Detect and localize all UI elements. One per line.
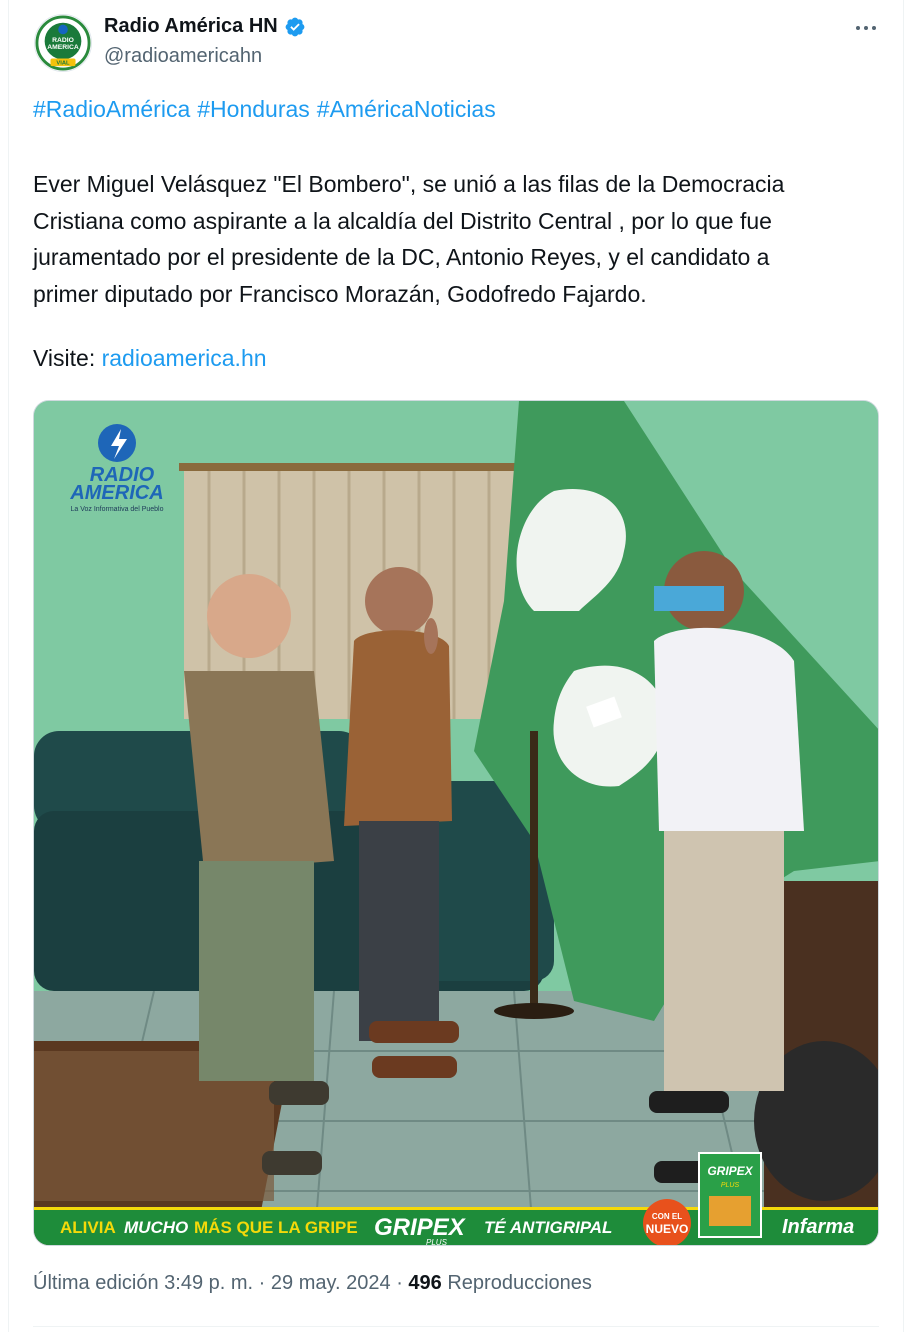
views-label: Reproducciones xyxy=(447,1272,592,1294)
tweet-text-line: Ever Miguel Velásquez "El Bombero", se u… xyxy=(33,171,785,197)
author-display-name[interactable]: Radio América HN xyxy=(104,15,278,38)
ad-text-te: TÉ ANTIGRIPAL xyxy=(484,1218,612,1237)
meta-separator: · xyxy=(396,1272,403,1294)
photo-scene: RADIO AMERICA La Voz Informativa del Pue… xyxy=(34,401,878,1246)
tweet-photo[interactable]: RADIO AMERICA La Voz Informativa del Pue… xyxy=(33,400,879,1246)
author-avatar[interactable]: RADIO AMERICA VIAL xyxy=(34,14,92,72)
hashtag-link[interactable]: #RadioAmérica xyxy=(33,96,190,123)
author-handle[interactable]: @radioamericahn xyxy=(104,45,262,68)
hashtag-link[interactable]: #AméricaNoticias xyxy=(317,96,496,123)
ad-text-alivia: ALIVIA xyxy=(60,1218,116,1237)
radio-america-logo-icon: RADIO AMERICA VIAL xyxy=(35,15,91,71)
visit-line: Visite: radioamerica.hn xyxy=(33,345,267,372)
edited-timestamp[interactable]: Última edición 3:49 p. m. xyxy=(33,1272,253,1294)
visit-label: Visite: xyxy=(33,345,96,371)
tweet-meta: Última edición 3:49 p. m. · 29 may. 2024… xyxy=(33,1272,592,1295)
logo-america-text: AMERICA xyxy=(69,482,163,504)
tweet-text-line: juramentado por el presidente de la DC, … xyxy=(33,244,770,270)
divider xyxy=(33,1326,879,1327)
author-name-row[interactable]: Radio América HN xyxy=(104,15,306,38)
ad-brand-sub: PLUS xyxy=(426,1238,448,1246)
ad-brand: GRIPEX xyxy=(374,1214,467,1241)
ad-badge-line1: CON EL xyxy=(652,1212,682,1221)
tweet-body: Ever Miguel Velásquez "El Bombero", se u… xyxy=(33,166,883,312)
ad-sponsor: Infarma xyxy=(782,1216,854,1238)
hashtag-row: #RadioAmérica #Honduras #AméricaNoticias xyxy=(33,96,496,123)
hashtag-link[interactable]: #Honduras xyxy=(197,96,310,123)
ad-badge-line2: NUEVO xyxy=(646,1222,689,1236)
ad-package-sub: PLUS xyxy=(721,1182,740,1189)
avatar-line-3: VIAL xyxy=(56,61,70,67)
ad-text-mucho: MUCHO xyxy=(124,1218,188,1237)
ad-text-mas-que: MÁS QUE LA GRIPE xyxy=(194,1218,358,1237)
logo-tagline: La Voz Informativa del Pueblo xyxy=(70,506,163,513)
views-count: 496 xyxy=(408,1272,442,1294)
verified-badge-icon xyxy=(285,17,305,36)
ad-package-brand: GRIPEX xyxy=(707,1164,753,1178)
avatar-line-2: AMERICA xyxy=(47,44,79,51)
visit-link[interactable]: radioamerica.hn xyxy=(102,345,267,371)
tweet-date[interactable]: 29 may. 2024 xyxy=(271,1272,391,1294)
tweet-text-line: Cristiana como aspirante a la alcaldía d… xyxy=(33,207,772,234)
more-options-icon[interactable] xyxy=(852,14,880,42)
tweet-text-line: primer diputado por Francisco Morazán, G… xyxy=(33,280,647,307)
meta-separator: · xyxy=(258,1272,266,1294)
